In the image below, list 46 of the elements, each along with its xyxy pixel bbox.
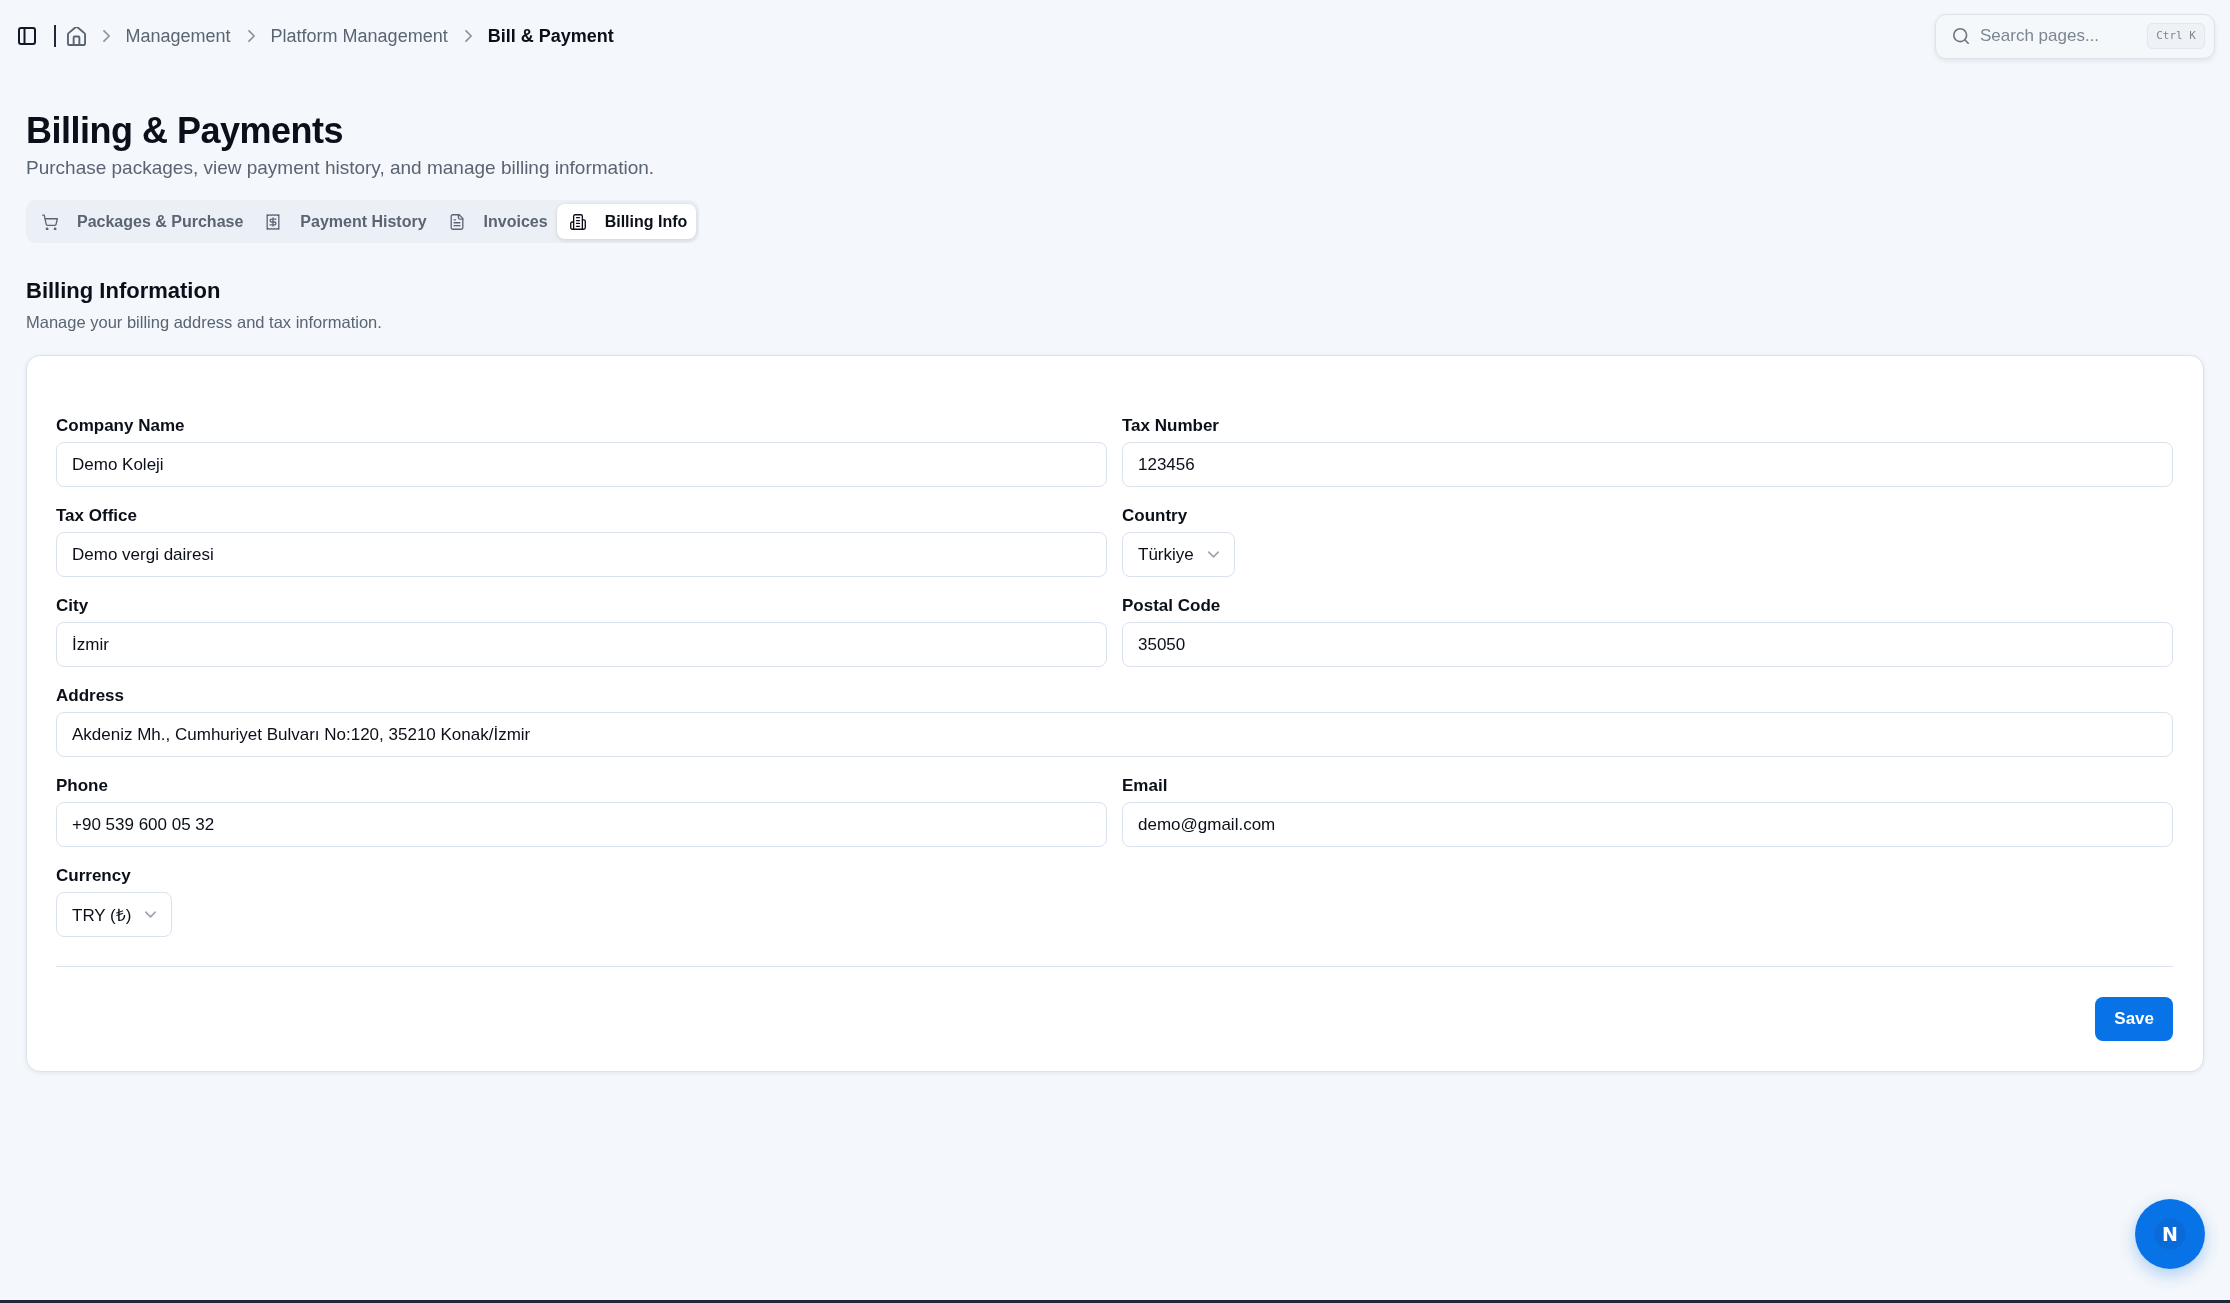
document-icon	[448, 213, 465, 230]
field-label: City	[56, 595, 90, 617]
text-input[interactable]: İzmir	[56, 622, 1107, 667]
shortcut-hint: Ctrl K	[2147, 22, 2205, 49]
field-label: Country	[1122, 505, 1188, 527]
section-title: Billing Information	[26, 277, 222, 305]
tab[interactable]: Billing Info	[556, 204, 697, 239]
receipt-icon	[265, 213, 282, 230]
field-label: Email	[1122, 775, 1169, 797]
tab[interactable]: Payment History	[252, 204, 436, 239]
tab[interactable]: Invoices	[435, 204, 557, 239]
text-input[interactable]: 35050	[1122, 622, 2173, 667]
building-icon	[569, 213, 586, 230]
chevron-right-icon	[247, 30, 256, 42]
sidebar-toggle-icon[interactable]	[18, 27, 36, 45]
field-label: Company Name	[56, 415, 186, 437]
breadcrumb-link[interactable]: Platform Management	[270, 25, 448, 47]
page-title: Billing & Payments	[26, 109, 345, 153]
breadcrumb-link[interactable]: Management	[125, 25, 231, 47]
field-label: Address	[56, 685, 126, 707]
search-icon	[1953, 27, 1969, 44]
cart-icon	[42, 213, 58, 230]
field-label: Tax Office	[56, 505, 138, 527]
text-input[interactable]: Demo vergi dairesi	[56, 532, 1107, 577]
breadcrumb-current: Bill & Payment	[487, 25, 614, 47]
section-subtitle: Manage your billing address and tax information.	[26, 312, 383, 333]
field-label: Currency	[56, 865, 131, 887]
text-input[interactable]: Demo Koleji	[56, 442, 1107, 487]
dropdown[interactable]: Türkiye	[1122, 532, 1235, 577]
chevron-down-icon	[1207, 551, 1219, 558]
chevron-down-icon	[145, 911, 157, 918]
floating-action-button[interactable]: N	[2135, 1199, 2205, 1269]
chevron-right-icon	[102, 30, 111, 42]
field-label: Phone	[56, 775, 109, 797]
field-label: Postal Code	[1122, 595, 1222, 617]
text-input[interactable]: 123456	[1122, 442, 2173, 487]
chevron-right-icon	[464, 30, 473, 42]
tab[interactable]: Packages & Purchase	[29, 204, 253, 239]
text-input[interactable]: +90 539 600 05 32	[56, 802, 1107, 847]
home-icon[interactable]	[66, 26, 86, 46]
save-button[interactable]: Save	[2095, 997, 2173, 1041]
text-input[interactable]: Akdeniz Mh., Cumhuriyet Bulvarı No:120, 35210 Konak/İzmir	[56, 712, 2173, 757]
dropdown[interactable]: TRY (₺)	[56, 892, 173, 937]
page-subtitle: Purchase packages, view payment history, and manage billing information.	[26, 156, 656, 180]
text-input[interactable]: demo@gmail.com	[1122, 802, 2173, 847]
field-label: Tax Number	[1122, 415, 1220, 437]
